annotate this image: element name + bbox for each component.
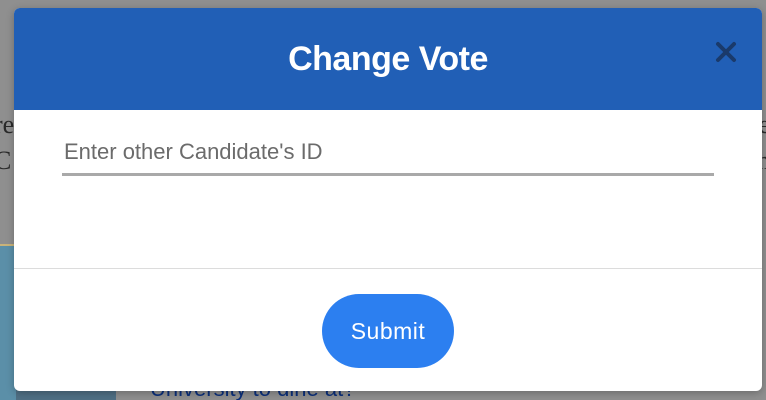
background-text-fragment: C	[0, 146, 12, 175]
modal-title: Change Vote	[288, 40, 488, 78]
modal-body	[14, 110, 762, 268]
close-icon	[716, 42, 736, 62]
modal-divider	[14, 268, 762, 269]
submit-button[interactable]: Submit	[322, 294, 454, 368]
change-vote-modal: Change Vote Submit	[14, 8, 762, 391]
background-text-fragment: re	[0, 110, 15, 139]
close-button[interactable]	[712, 38, 740, 66]
modal-header: Change Vote	[14, 8, 762, 110]
candidate-id-input[interactable]	[62, 130, 714, 176]
